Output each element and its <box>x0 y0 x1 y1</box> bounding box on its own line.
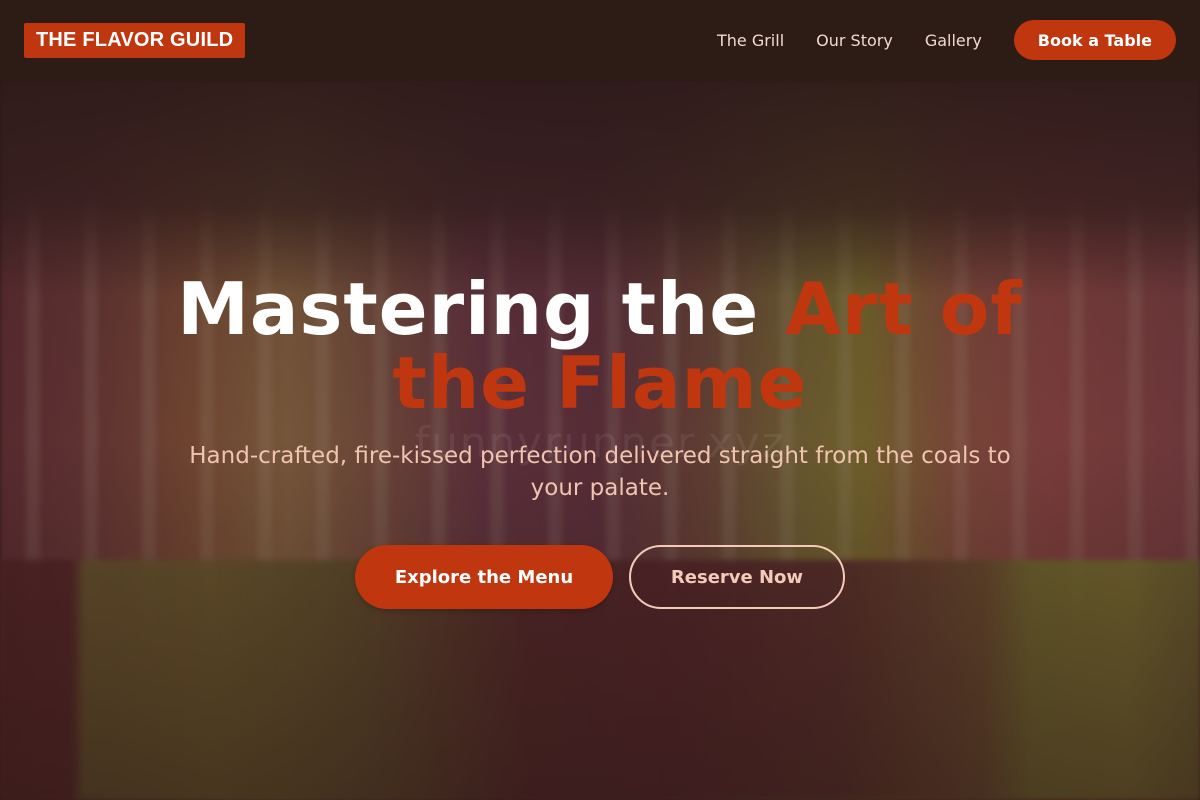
hero-subtitle: Hand-crafted, fire-kissed perfection del… <box>189 443 1011 501</box>
hero-title: Mastering the Art of the Flame <box>160 272 1040 420</box>
nav-link-the-grill[interactable]: The Grill <box>717 31 784 50</box>
reserve-now-button[interactable]: Reserve Now <box>629 545 845 609</box>
nav-link-our-story[interactable]: Our Story <box>816 31 893 50</box>
hero-title-main: Mastering the <box>177 267 786 351</box>
hero-content: Mastering the Art of the Flame Hand-craf… <box>0 80 1200 800</box>
hero-actions: Explore the Menu Reserve Now <box>0 545 1200 609</box>
explore-menu-button[interactable]: Explore the Menu <box>355 545 613 609</box>
site-header: THE FLAVOR GUILD The Grill Our Story Gal… <box>0 0 1200 80</box>
nav-link-gallery[interactable]: Gallery <box>925 31 982 50</box>
book-a-table-button[interactable]: Book a Table <box>1013 20 1176 60</box>
site-logo[interactable]: THE FLAVOR GUILD <box>24 22 246 58</box>
main-nav: The Grill Our Story Gallery Book a Table <box>717 20 1176 60</box>
hero-section: funnyrunner.xyz Mastering the Art of the… <box>0 80 1200 800</box>
